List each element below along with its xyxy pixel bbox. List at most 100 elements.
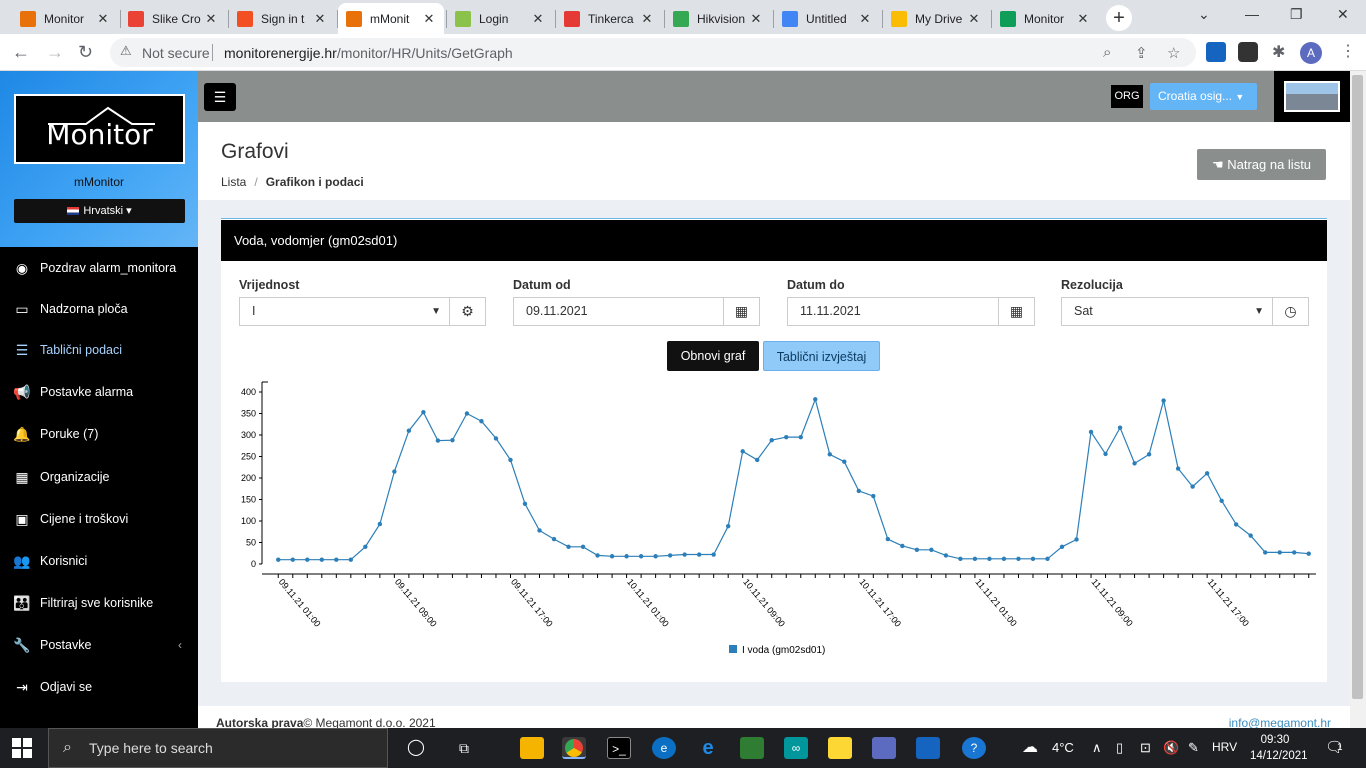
- date-from-calendar-button[interactable]: ▦: [723, 297, 760, 326]
- close-tab-icon[interactable]: ✕: [858, 11, 872, 27]
- close-tab-icon[interactable]: ✕: [640, 11, 654, 27]
- browser-tab[interactable]: Monitor ✕: [12, 3, 118, 34]
- windows-start-icon[interactable]: [12, 738, 32, 758]
- table-report-button[interactable]: Tablični izvještaj: [763, 341, 880, 371]
- ie-icon[interactable]: e: [696, 737, 720, 759]
- forward-arrow-icon[interactable]: →: [46, 42, 64, 63]
- extension-icon-2[interactable]: [1238, 42, 1258, 62]
- share-icon[interactable]: ⇪: [1135, 44, 1148, 62]
- value-settings-button[interactable]: ⚙: [449, 297, 486, 326]
- close-tab-icon[interactable]: ✕: [967, 11, 981, 27]
- close-tab-icon[interactable]: ✕: [531, 11, 545, 27]
- weather-cloud-icon[interactable]: ☁: [1022, 737, 1038, 757]
- close-tab-icon[interactable]: ✕: [313, 11, 327, 27]
- url-text[interactable]: monitorenergije.hr/monitor/HR/Units/GetG…: [224, 45, 513, 61]
- sidebar-item-poruke-7[interactable]: 🔔 Poruke (7): [0, 414, 198, 454]
- sidebar-item-filtriraj-sve-korisnike[interactable]: 👪 Filtriraj sve korisnike: [0, 583, 198, 623]
- bookmark-star-icon[interactable]: ☆: [1167, 44, 1180, 62]
- arduino-icon[interactable]: ∞: [784, 737, 808, 759]
- close-window-button[interactable]: ✕: [1337, 6, 1349, 23]
- input-language[interactable]: HRV: [1212, 740, 1237, 754]
- cortana-icon[interactable]: ◯: [404, 737, 428, 759]
- help-icon[interactable]: ?: [962, 737, 986, 759]
- sidebar-item-tabli-ni-podaci[interactable]: ☰ Tablični podaci: [0, 330, 198, 370]
- task-view-icon[interactable]: ⧉: [452, 737, 476, 759]
- resolution-select[interactable]: Sat ▼: [1061, 297, 1273, 326]
- user-avatar[interactable]: [1274, 71, 1350, 122]
- value-select[interactable]: I ▼: [239, 297, 450, 326]
- resolution-clock-button[interactable]: ◷: [1272, 297, 1309, 326]
- scrollbar-thumb[interactable]: [1352, 75, 1363, 699]
- data-point: [508, 457, 513, 463]
- sidebar-item-organizacije[interactable]: ▦ Organizacije: [0, 457, 198, 497]
- reload-icon[interactable]: ↻: [78, 42, 93, 63]
- extensions-puzzle-icon[interactable]: ✱: [1272, 42, 1285, 62]
- data-point: [595, 553, 600, 558]
- language-dropdown[interactable]: Hrvatski ▾: [14, 199, 185, 223]
- browser-tab[interactable]: Login ✕: [447, 3, 553, 34]
- breadcrumb-link-lista[interactable]: Lista: [221, 175, 246, 189]
- browser-tab[interactable]: Monitor ✕: [992, 3, 1098, 34]
- browser-tab[interactable]: mMonit ✕: [338, 3, 444, 34]
- refresh-graph-button[interactable]: Obnovi graf: [667, 341, 759, 371]
- new-tab-button[interactable]: +: [1106, 5, 1132, 31]
- minimize-button[interactable]: —: [1245, 6, 1259, 22]
- sticky-notes-icon[interactable]: [828, 737, 852, 759]
- profile-avatar[interactable]: A: [1300, 42, 1322, 64]
- url-bar[interactable]: ⚠ Not secure monitorenergije.hr/monitor/…: [110, 38, 1196, 67]
- extension-icon-1[interactable]: [1206, 42, 1226, 62]
- sidebar-item-postavke[interactable]: 🔧 Postavke ‹: [0, 625, 198, 665]
- sidebar-item-cijene-i-tro-kovi[interactable]: ▣ Cijene i troškovi: [0, 499, 198, 539]
- tray-chevron-icon[interactable]: ∧: [1092, 740, 1102, 756]
- organization-dropdown[interactable]: Croatia osig... ▼: [1150, 83, 1257, 110]
- tray-device-icon[interactable]: ▯: [1116, 740, 1123, 756]
- sidebar-item-korisnici[interactable]: 👥 Korisnici: [0, 541, 198, 581]
- tray-network-icon[interactable]: ⊡: [1140, 740, 1151, 756]
- browser-tab[interactable]: My Drive ✕: [883, 3, 989, 34]
- taskbar-search-input[interactable]: ⌕ Type here to search: [48, 728, 388, 768]
- file-explorer-icon[interactable]: [520, 737, 544, 759]
- close-tab-icon[interactable]: ✕: [749, 11, 763, 27]
- back-to-list-button[interactable]: ☚ Natrag na listu: [1197, 149, 1326, 180]
- system-clock[interactable]: 09:30 14/12/2021: [1250, 732, 1308, 764]
- sidebar-item-postavke-alarma[interactable]: 📢 Postavke alarma: [0, 372, 198, 412]
- browser-tab[interactable]: Slike Cro ✕: [120, 3, 226, 34]
- zoom-icon[interactable]: ⌕: [1103, 44, 1111, 61]
- date-to-calendar-button[interactable]: ▦: [998, 297, 1035, 326]
- sidebar-item-nadzorna-plo-a[interactable]: ▭ Nadzorna ploča: [0, 289, 198, 329]
- date-to-input[interactable]: 11.11.2021: [787, 297, 999, 326]
- browser-tab[interactable]: Sign in t ✕: [229, 3, 335, 34]
- browser-tab[interactable]: Untitled ✕: [774, 3, 880, 34]
- sidebar-item-pozdrav-alarm-monitora[interactable]: ◉ Pozdrav alarm_monitora: [0, 248, 198, 288]
- menu-toggle-button[interactable]: ☰: [204, 83, 236, 111]
- wrench-icon: 🔧: [13, 636, 31, 653]
- tab-search-icon[interactable]: ⌄: [1198, 6, 1210, 23]
- chevron-down-icon: ▼: [431, 306, 441, 317]
- close-tab-icon[interactable]: ✕: [422, 11, 436, 27]
- date-from-input[interactable]: 09.11.2021: [513, 297, 724, 326]
- security-label[interactable]: Not secure: [142, 45, 210, 61]
- photos-icon[interactable]: [916, 737, 940, 759]
- browser-menu-icon[interactable]: ⋮: [1340, 41, 1356, 61]
- paint-icon[interactable]: [872, 737, 896, 759]
- browser-tab[interactable]: Hikvision ✕: [665, 3, 771, 34]
- logo[interactable]: Monitor: [14, 94, 185, 164]
- x-tick-label: 11.11.21 01:00: [973, 577, 1018, 628]
- warning-icon[interactable]: ⚠: [120, 43, 132, 59]
- page-scrollbar[interactable]: [1350, 71, 1366, 728]
- chrome-taskbar-icon[interactable]: [562, 737, 586, 759]
- back-arrow-icon[interactable]: ←: [12, 42, 30, 63]
- sidebar-item-odjavi-se[interactable]: ⇥ Odjavi se: [0, 667, 198, 707]
- chart-app-icon[interactable]: [740, 737, 764, 759]
- browser-tab[interactable]: Tinkerca ✕: [556, 3, 662, 34]
- tray-pen-icon[interactable]: ✎: [1188, 740, 1199, 756]
- close-tab-icon[interactable]: ✕: [96, 11, 110, 27]
- close-tab-icon[interactable]: ✕: [204, 11, 218, 27]
- restore-button[interactable]: ❐: [1290, 6, 1303, 23]
- weather-temperature[interactable]: 4°C: [1052, 740, 1074, 755]
- page-title: Grafovi: [221, 140, 289, 163]
- edge-icon[interactable]: e: [652, 737, 676, 759]
- close-tab-icon[interactable]: ✕: [1076, 11, 1090, 27]
- terminal-icon[interactable]: >_: [607, 737, 631, 759]
- volume-muted-icon[interactable]: 🔇: [1163, 740, 1179, 756]
